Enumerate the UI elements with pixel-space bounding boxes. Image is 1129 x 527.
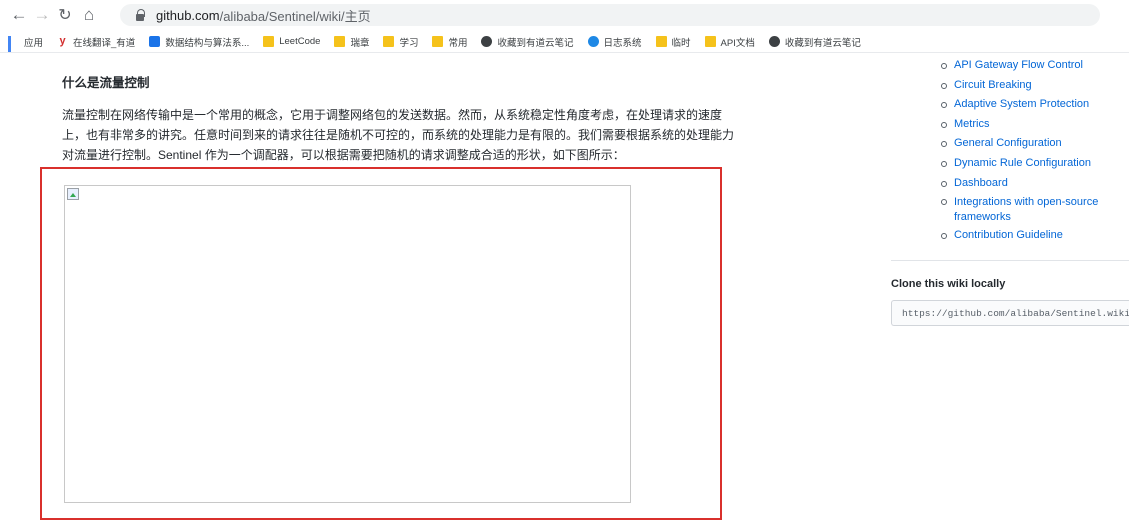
- bookmark-label: 学习: [399, 37, 419, 49]
- url-path: /alibaba/Sentinel/wiki/主页: [219, 8, 371, 24]
- bookmark-label: LeetCode: [279, 36, 321, 47]
- bookmark-label: API文档: [720, 37, 755, 49]
- folder-icon: [704, 36, 716, 47]
- back-arrow-icon[interactable]: ←: [8, 4, 30, 26]
- youdao-icon: y: [59, 35, 66, 47]
- bookmark-label: 应用: [24, 37, 44, 49]
- broken-image: [64, 185, 631, 503]
- reload-icon[interactable]: ↻: [54, 4, 76, 26]
- folder-icon: [655, 36, 667, 47]
- apps-icon: [8, 36, 19, 52]
- bookmark-study[interactable]: 学习: [383, 35, 418, 49]
- bookmark-data-structures[interactable]: 数据结构与算法系...: [149, 35, 249, 49]
- bookmark-apps[interactable]: 应用: [8, 35, 44, 52]
- bookmark-label: 日志系统: [603, 37, 642, 49]
- clone-url-input[interactable]: [891, 300, 1129, 326]
- toc-link[interactable]: General Configuration: [941, 134, 1129, 154]
- page: ← → ↻ ⌂ github.com/alibaba/Sentinel/wiki…: [0, 0, 1129, 527]
- paragraph-line: 对流量进行控制。Sentinel 作为一个调配器，可以根据需要把随机的请求调整成…: [62, 148, 625, 162]
- bookmark-label: 常用: [448, 37, 468, 49]
- globe-icon: [768, 36, 780, 47]
- toc-link[interactable]: Metrics: [941, 115, 1129, 135]
- broken-image-icon: [67, 188, 79, 200]
- bookmark-youdao-note[interactable]: 收藏到有道云笔记: [481, 35, 574, 49]
- address-bar[interactable]: github.com/alibaba/Sentinel/wiki/主页: [120, 4, 1100, 26]
- sidebar-divider: [891, 260, 1129, 261]
- bookmark-common[interactable]: 常用: [432, 35, 467, 49]
- bookmarks-bar: 应用 y 在线翻译_有道 数据结构与算法系... LeetCode 瑞章 学习 …: [0, 31, 1129, 53]
- bookmark-label: 数据结构与算法系...: [165, 37, 250, 49]
- bookmark-label: 收藏到有道云笔记: [497, 37, 574, 49]
- toc-link[interactable]: Adaptive System Protection: [941, 95, 1129, 115]
- bookmark-label: 瑞章: [350, 37, 370, 49]
- globe-blue-icon: [587, 36, 599, 47]
- bookmark-api-docs[interactable]: API文档: [704, 35, 755, 49]
- wiki-content: 什么是流量控制 流量控制在网络传输中是一个常用的概念，它用于调整网络包的发送数据…: [62, 65, 862, 165]
- bookmark-label: 收藏到有道云笔记: [784, 37, 861, 49]
- toc-link[interactable]: Circuit Breaking: [941, 76, 1129, 96]
- globe-icon: [481, 36, 493, 47]
- lock-icon: [134, 9, 146, 21]
- forward-arrow-icon[interactable]: →: [31, 4, 53, 26]
- bookmark-leetcode[interactable]: LeetCode: [263, 36, 320, 47]
- section-paragraph: 流量控制在网络传输中是一个常用的概念，它用于调整网络包的发送数据。然而，从系统稳…: [62, 105, 862, 165]
- bookmark-label: 临时: [671, 37, 691, 49]
- bookmark-youdao-note-2[interactable]: 收藏到有道云笔记: [768, 35, 861, 49]
- bookmark-ruizhang[interactable]: 瑞章: [334, 35, 369, 49]
- section-heading: 什么是流量控制: [62, 76, 150, 90]
- toc-link[interactable]: Dynamic Rule Configuration: [941, 154, 1129, 174]
- toc-link[interactable]: API Gateway Flow Control: [941, 56, 1129, 76]
- home-icon[interactable]: ⌂: [78, 4, 100, 26]
- toc-link[interactable]: Integrations with open-source frameworks: [941, 193, 1129, 226]
- browser-toolbar: ← → ↻ ⌂ github.com/alibaba/Sentinel/wiki…: [0, 0, 1129, 30]
- folder-icon: [334, 36, 346, 47]
- bookmark-temp[interactable]: 临时: [655, 35, 691, 49]
- bookmark-log-system[interactable]: 日志系统: [587, 35, 642, 49]
- blue-app-icon: [149, 36, 161, 47]
- toc-link[interactable]: Dashboard: [941, 174, 1129, 194]
- wiki-sidebar-toc: API Gateway Flow Control Circuit Breakin…: [941, 56, 1129, 246]
- paragraph-line: 上，也有非常多的讲究。任意时间到来的请求往往是随机不可控的，而系统的处理能力是有…: [62, 128, 735, 142]
- bookmark-label: 在线翻译_有道: [73, 37, 136, 49]
- clone-wiki-title: Clone this wiki locally: [891, 278, 1006, 290]
- bookmark-youdao-translate[interactable]: y 在线翻译_有道: [57, 35, 135, 49]
- folder-icon: [263, 36, 275, 47]
- folder-icon: [432, 36, 444, 47]
- paragraph-line: 流量控制在网络传输中是一个常用的概念，它用于调整网络包的发送数据。然而，从系统稳…: [62, 108, 723, 122]
- folder-icon: [383, 36, 395, 47]
- toc-link[interactable]: Contribution Guideline: [941, 226, 1129, 246]
- url-host: github.com: [156, 7, 220, 23]
